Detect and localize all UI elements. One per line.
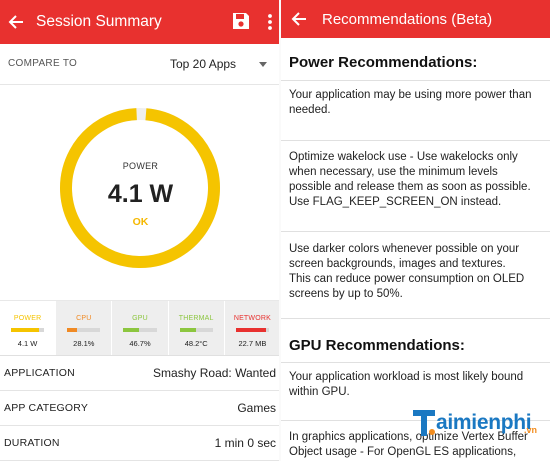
metric-tab-network[interactable]: NETWORK 22.7 MB [224,301,281,355]
metric-bar [123,328,157,332]
arrow-back-icon [8,15,23,29]
gpu-recommendation-item: Your application workload is most likely… [289,370,550,400]
metric-bar-fill [67,328,77,332]
metric-label: THERMAL [178,315,214,322]
info-value: Games [237,401,276,415]
metric-value: 4.1 W [17,339,38,348]
metric-tab-cpu[interactable]: CPU 28.1% [56,301,113,355]
info-key: APP CATEGORY [4,402,89,414]
power-recommendation-item: Use darker colors whenever possible on y… [289,242,550,302]
info-row-duration: DURATION 1 min 0 sec [0,425,281,461]
recommendation-line: Your application may be using more power… [289,89,532,101]
save-icon [233,13,249,29]
metric-bar-fill [179,328,196,332]
watermark-brand: aimienphi [436,411,532,434]
metric-label: NETWORK [233,315,271,322]
recommendations-appbar: Recommendations (Beta) [281,0,550,38]
power-recommendation-item: Optimize wakelock use - Use wakelocks on… [289,150,550,210]
metric-bar [179,328,213,332]
gauge-status: OK [132,216,149,228]
back-button[interactable] [285,0,313,38]
arrow-back-icon [291,12,306,26]
recommendation-line: possible and release them as soon as pos… [289,181,531,193]
compare-to-row: COMPARE TO Top 20 Apps [0,44,281,85]
metric-bar [11,328,45,332]
recommendation-line: Use FLAG_KEEP_SCREEN_ON instead. [289,196,502,208]
metric-bar [235,328,270,332]
metric-value: 28.1% [73,339,95,348]
section-divider [281,80,550,81]
info-key: DURATION [4,437,60,449]
section-divider [281,362,550,363]
metric-tab-power[interactable]: POWER 4.1 W [0,301,57,355]
recommendation-line: Use darker colors whenever possible on y… [289,243,520,255]
session-summary-screen: Session Summary COMPARE TO Top 20 Apps P… [0,0,281,461]
recommendations-screen: Recommendations (Beta) Power Recommendat… [281,0,550,461]
gauge-value: 4.1 W [107,180,174,208]
page-title: Recommendations (Beta) [322,10,493,28]
info-row-application: APPLICATION Smashy Road: Wanted [0,355,281,391]
recommendation-line: Optimize wakelock use - Use wakelocks on… [289,151,518,163]
info-value: Smashy Road: Wanted [153,366,276,380]
metric-value: 48.2°C [184,339,208,348]
compare-to-label: COMPARE TO [8,58,78,69]
power-recommendation-item: Your application may be using more power… [289,88,550,118]
recommendation-line: Object usage - For OpenGL ES application… [289,446,517,458]
dropdown-caret-icon[interactable] [259,62,267,67]
metric-bar-fill [123,328,139,332]
info-value: 1 min 0 sec [214,436,276,450]
section-divider [281,318,550,319]
recommendation-line: within GPU. [289,386,350,398]
recommendation-line: screens by up to 50%. [289,288,403,300]
session-summary-appbar: Session Summary [0,0,281,44]
metric-tab-thermal[interactable]: THERMAL 48.2°C [168,301,225,355]
metric-tab-gpu[interactable]: GPU 46.7% [112,301,169,355]
info-row-app-category: APP CATEGORY Games [0,390,281,426]
compare-to-dropdown[interactable]: Top 20 Apps [170,57,236,71]
power-recommendations-heading: Power Recommendations: [289,54,478,71]
recommendation-line: when necessary, use the minimum levels [289,166,498,178]
page-title: Session Summary [36,13,162,30]
recommendation-line: screen backgrounds, images and textures. [289,258,506,270]
recommendation-line: needed. [289,104,331,116]
info-key: APPLICATION [4,367,75,379]
back-button[interactable] [2,0,30,44]
watermark-suffix: .vn [524,425,538,435]
metric-value: 46.7% [129,339,151,348]
metric-label: POWER [13,315,42,322]
more-options-button[interactable] [265,13,275,31]
section-divider [281,231,550,232]
gpu-recommendations-heading: GPU Recommendations: [289,337,465,354]
more-vert-icon [268,14,272,30]
metric-tabs: POWER 4.1 W CPU 28.1% GPU 46.7% THERMAL 48.2°C N… [0,300,281,356]
metric-bar [67,328,101,332]
metric-label: GPU [132,315,148,322]
metric-label: CPU [76,315,92,322]
save-button[interactable] [232,12,250,30]
recommendation-line: Your application workload is most likely… [289,371,524,383]
metric-value: 22.7 MB [238,339,267,348]
recommendation-line: This can reduce power consumption on OLE… [289,273,525,285]
metric-bar-fill [11,328,40,332]
section-divider [281,140,550,141]
gauge-title: POWER [122,161,159,171]
taimienphi-logo-icon [413,410,435,436]
metric-bar-fill [235,328,266,332]
